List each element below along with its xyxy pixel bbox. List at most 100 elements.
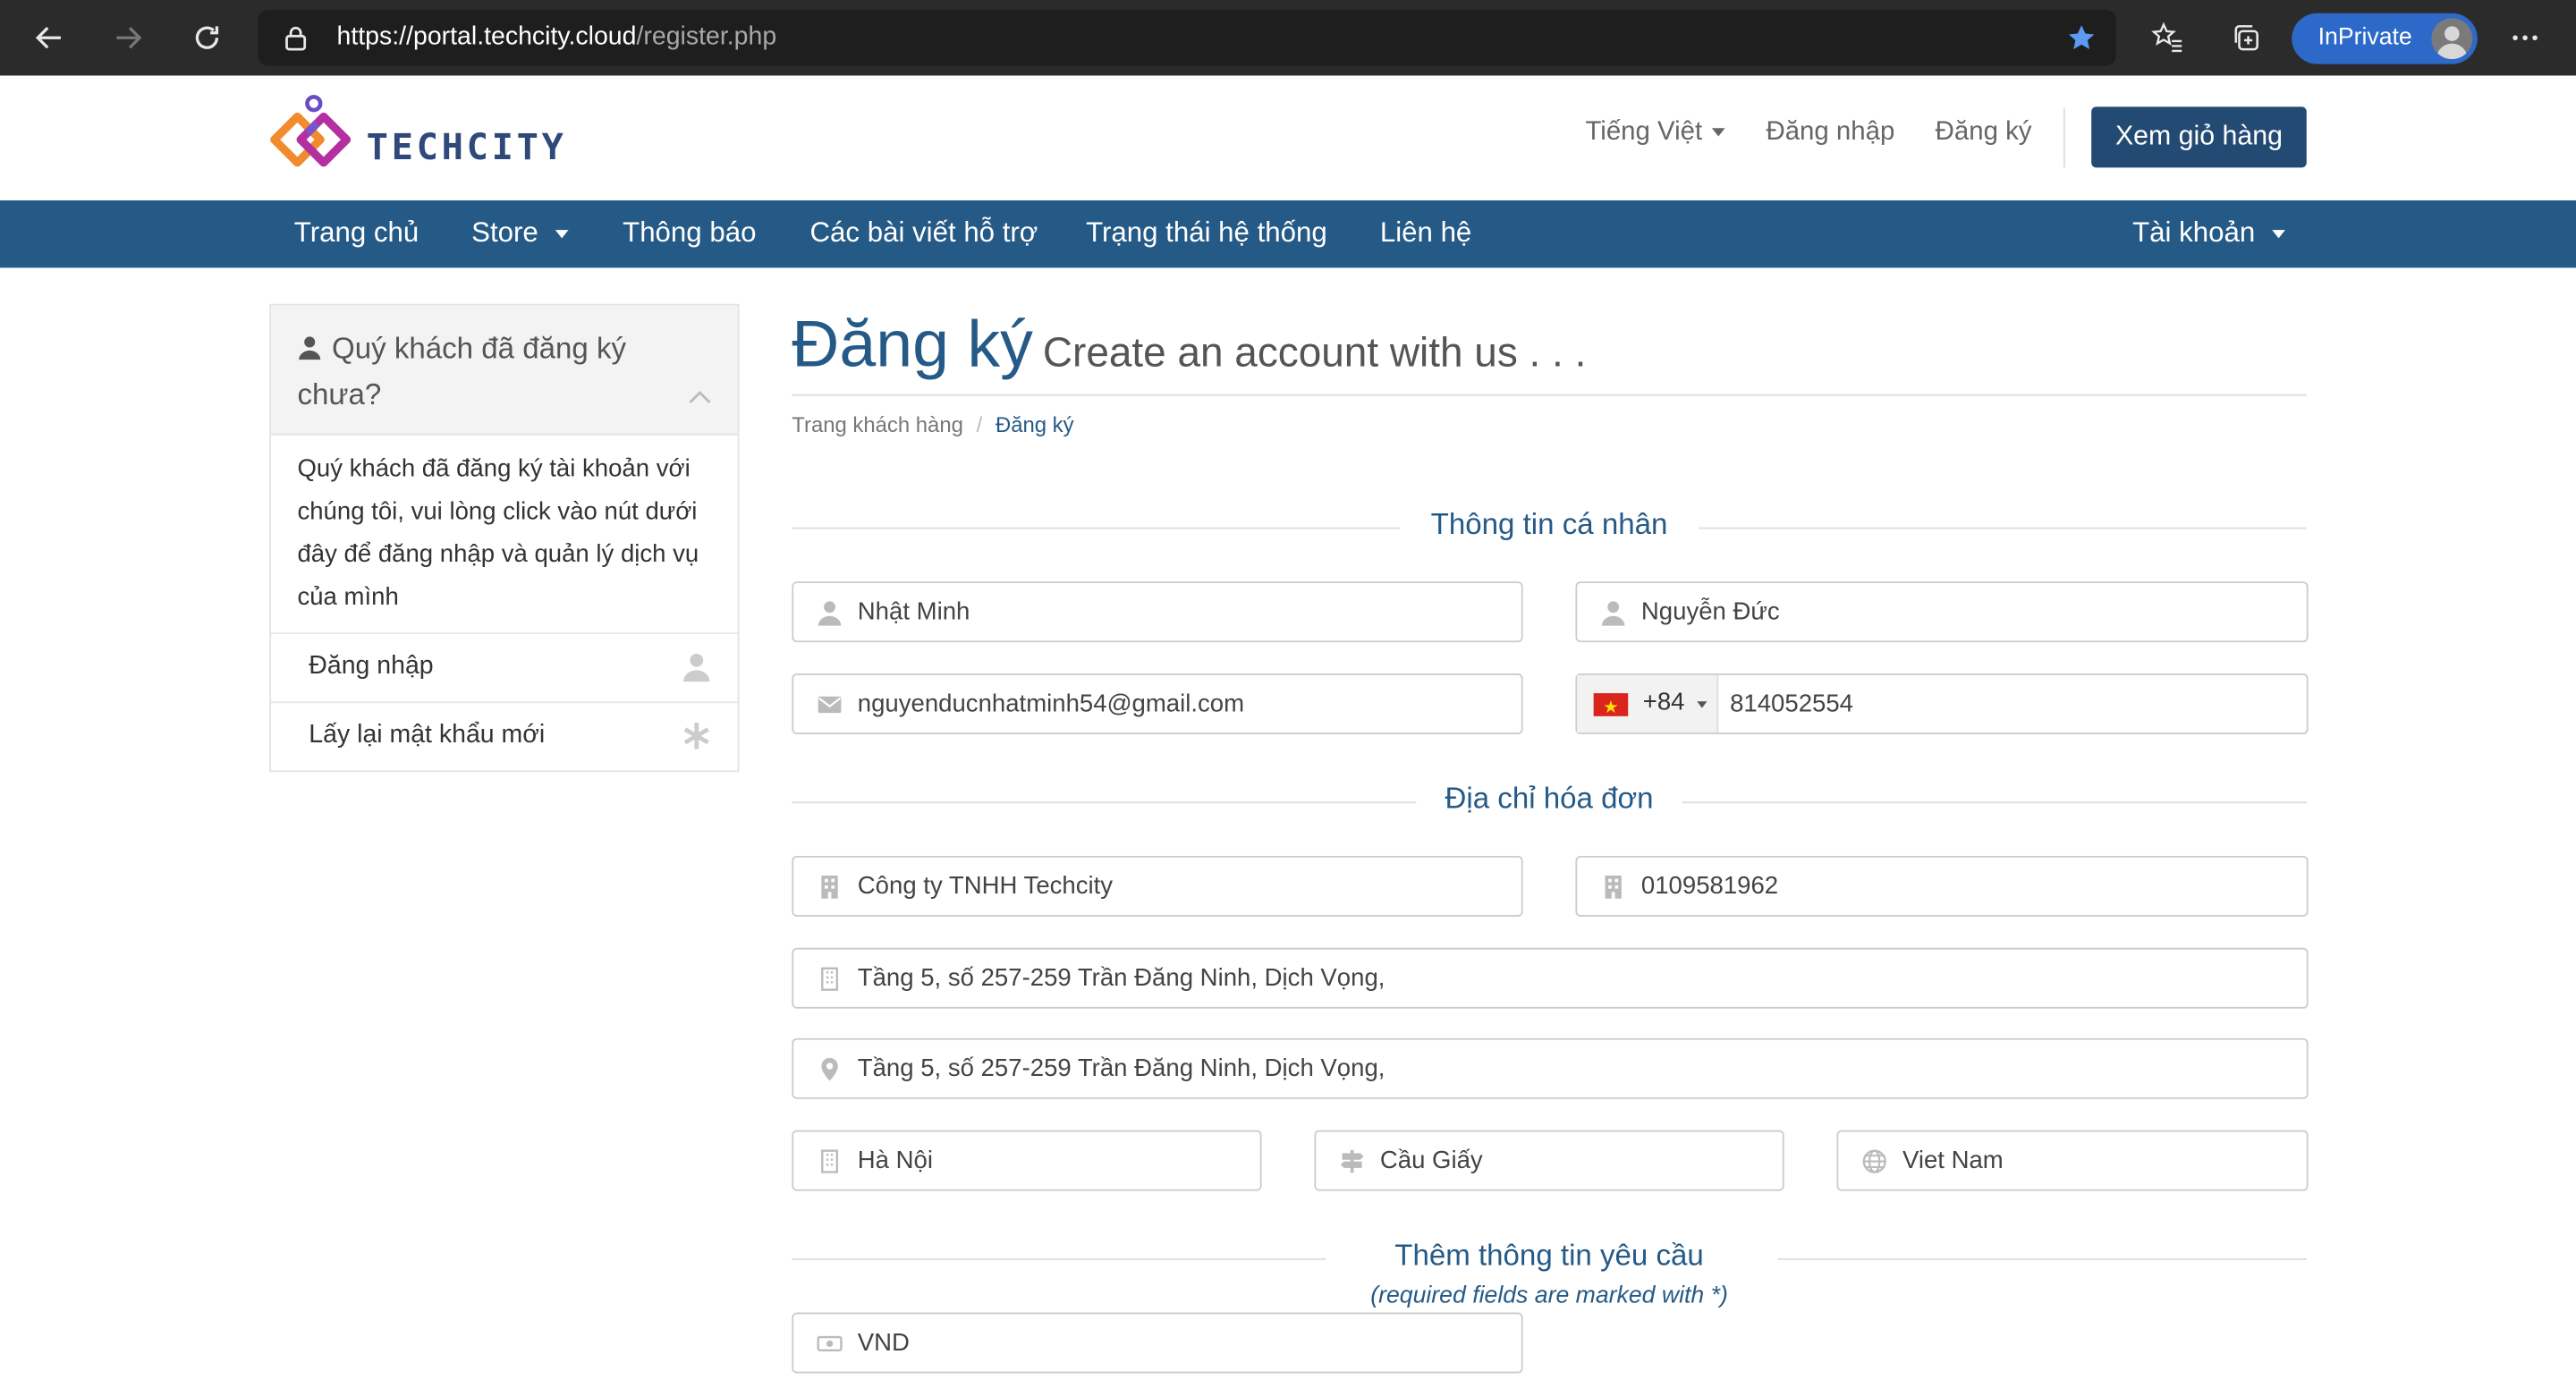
breadcrumb-client-area[interactable]: Trang khách hàng (792, 412, 963, 437)
sidebar-title: Quý khách đã đăng ký chưa? (297, 326, 674, 418)
header-register-link[interactable]: Đăng ký (1936, 118, 2032, 148)
nav-store-label: Store (471, 216, 538, 249)
breadcrumb-separator: / (976, 412, 983, 437)
chevron-down-icon (1712, 128, 1725, 137)
building-icon (1600, 874, 1626, 900)
first-name-field[interactable]: Nhật Minh (792, 581, 1523, 643)
refresh-icon[interactable] (182, 13, 232, 63)
header-login-link[interactable]: Đăng nhập (1766, 118, 1894, 148)
last-name-field[interactable]: Nguyễn Đức (1575, 581, 2309, 643)
last-name-value: Nguyễn Đức (1640, 597, 1780, 626)
country-field[interactable]: Viet Nam (1836, 1130, 2309, 1191)
forward-icon[interactable] (104, 13, 153, 63)
page-title: Đăng ký Create an account with us . . . (792, 309, 1586, 383)
main-nav: Trang chủ Store Thông báo Các bài viết h… (0, 200, 2576, 268)
email-value: nguyenducnhatminh54@gmail.com (857, 690, 1245, 718)
currency-field[interactable]: VND (792, 1312, 1523, 1374)
map-marker-icon (817, 1056, 843, 1082)
inprivate-button[interactable]: InPrivate (2292, 13, 2478, 64)
chevron-down-icon (555, 230, 568, 239)
page-title-main: Đăng ký (792, 309, 1033, 382)
nav-item-account[interactable]: Tài khoản (2132, 216, 2285, 250)
breadcrumb: Trang khách hàng / Đăng ký (792, 412, 1073, 437)
currency-value: VND (857, 1328, 910, 1358)
company-value: Công ty TNHH Techcity (857, 872, 1114, 901)
country-value: Viet Nam (1902, 1147, 2004, 1175)
user-icon (682, 652, 711, 682)
vietnam-flag-icon (1593, 693, 1629, 716)
user-icon (299, 336, 321, 360)
section-title: Địa chỉ hóa đơn (1445, 782, 1654, 816)
country-code-selector[interactable]: +84 (1577, 674, 1719, 733)
more-options-icon[interactable] (2501, 13, 2550, 63)
nav-account-label: Tài khoản (2132, 216, 2256, 249)
sidebar-item-reset-password[interactable]: Lấy lại mật khẩu mới (271, 701, 738, 772)
url-text: https://portal.techcity.cloud/register.p… (337, 23, 777, 53)
nav-item-network-status[interactable]: Trạng thái hệ thống (1086, 216, 1327, 250)
address-bar[interactable]: https://portal.techcity.cloud/register.p… (258, 10, 2116, 66)
sidebar-item-login[interactable]: Đăng nhập (271, 632, 738, 703)
building-outline-icon (817, 966, 843, 992)
city-value: Hà Nội (857, 1147, 934, 1175)
section-title: Thông tin cá nhân (1430, 507, 1668, 541)
state-field[interactable]: Cầu Giấy (1314, 1130, 1784, 1191)
state-value: Cầu Giấy (1379, 1147, 1483, 1175)
url-host: https://portal.techcity.cloud (336, 22, 637, 51)
asterisk-icon (682, 721, 711, 750)
signpost-icon (1339, 1148, 1365, 1174)
nav-item-home[interactable]: Trang chủ (294, 216, 419, 250)
section-personal-info: Thông tin cá nhân (792, 507, 2307, 547)
phone-value: 814052554 (1730, 690, 1854, 718)
user-icon (817, 599, 843, 626)
sidebar-item-label: Đăng nhập (309, 652, 434, 681)
techcity-logo[interactable]: TECHCITY (267, 90, 580, 182)
email-field[interactable]: nguyenducnhatminh54@gmail.com (792, 673, 1523, 735)
sidebar-header[interactable]: Quý khách đã đăng ký chưa? (271, 305, 738, 436)
lock-icon (284, 25, 308, 51)
back-icon[interactable] (25, 13, 74, 63)
company-field[interactable]: Công ty TNHH Techcity (792, 855, 1523, 917)
site-header: TECHCITY Tiếng Việt Đăng nhập Đăng ký Xe… (0, 75, 2576, 201)
nav-item-knowledgebase[interactable]: Các bài viết hỗ trợ (810, 216, 1038, 250)
collections-icon[interactable] (2221, 13, 2270, 63)
user-icon (1600, 599, 1626, 626)
first-name-value: Nhật Minh (857, 597, 970, 626)
tax-id-field[interactable]: 0109581962 (1575, 855, 2309, 917)
sidebar-already-registered: Quý khách đã đăng ký chưa? Quý khách đã … (269, 303, 740, 773)
nav-item-store[interactable]: Store (471, 216, 568, 250)
required-fields-note: (required fields are marked with *) (1370, 1283, 1728, 1309)
address1-field[interactable]: Tầng 5, số 257-259 Trần Đăng Ninh, Dịch … (792, 947, 2309, 1009)
sidebar-item-label: Lấy lại mật khẩu mới (309, 721, 546, 749)
city-field[interactable]: Hà Nội (792, 1130, 1262, 1191)
envelope-icon (817, 691, 843, 717)
language-selector[interactable]: Tiếng Việt (1585, 118, 1725, 148)
view-cart-button[interactable]: Xem giỏ hàng (2091, 106, 2307, 168)
header-divider (2063, 108, 2065, 168)
browser-toolbar: https://portal.techcity.cloud/register.p… (0, 0, 2576, 78)
nav-item-announcements[interactable]: Thông báo (623, 216, 756, 250)
address2-field[interactable]: Tầng 5, số 257-259 Trần Đăng Ninh, Dịch … (792, 1037, 2309, 1099)
phone-field[interactable]: +84 814052554 (1575, 673, 2309, 735)
money-icon (817, 1331, 843, 1357)
chevron-up-icon[interactable] (689, 381, 712, 403)
favorite-star-icon[interactable] (2067, 23, 2097, 53)
logo-wordmark: TECHCITY (366, 128, 567, 170)
language-label: Tiếng Việt (1585, 118, 1703, 147)
avatar (2431, 18, 2473, 60)
section-billing-address: Địa chỉ hóa đơn (792, 782, 2307, 821)
section-additional-info: Thêm thông tin yêu cầu (792, 1238, 2307, 1278)
favorites-icon[interactable] (2142, 13, 2191, 63)
country-code-value: +84 (1642, 688, 1685, 716)
breadcrumb-register: Đăng ký (995, 412, 1074, 437)
tax-id-value: 0109581962 (1640, 872, 1779, 901)
sidebar-description: Quý khách đã đăng ký tài khoản với chúng… (297, 454, 699, 612)
address2-value: Tầng 5, số 257-259 Trần Đăng Ninh, Dịch … (857, 1054, 1385, 1083)
chevron-down-icon (1697, 701, 1707, 708)
section-title: Thêm thông tin yêu cầu (1394, 1238, 1704, 1272)
nav-item-contact[interactable]: Liên hệ (1380, 216, 1471, 250)
globe-icon (1861, 1148, 1887, 1174)
inprivate-label: InPrivate (2318, 24, 2412, 51)
url-path: /register.php (636, 22, 777, 51)
page-subtitle: Create an account with us . . . (1042, 330, 1587, 377)
heading-divider (792, 394, 2307, 396)
